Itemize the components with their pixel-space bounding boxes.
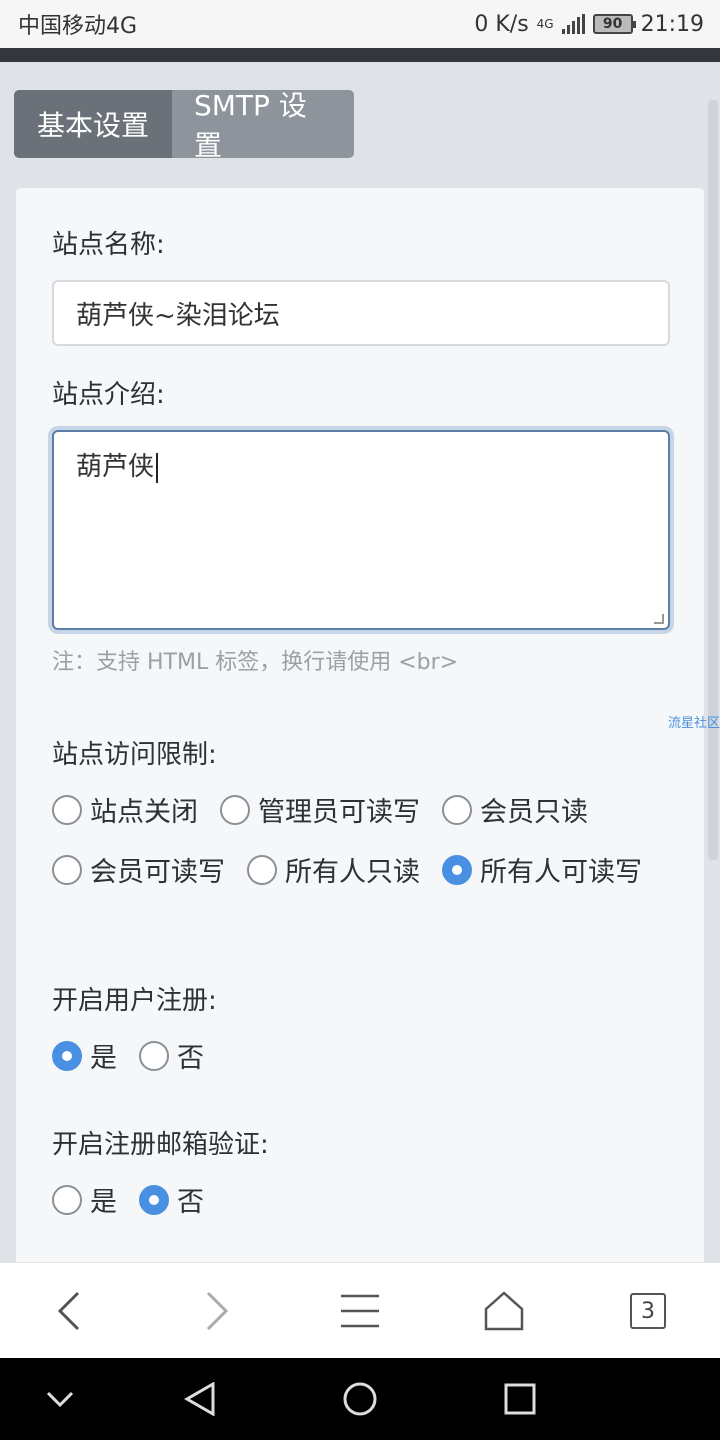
forward-icon	[206, 1291, 229, 1331]
recents-square-icon	[504, 1383, 536, 1415]
site-intro-textarea[interactable]: 葫芦侠	[52, 430, 670, 630]
access-options-row-2: 会员可读写 所有人只读 所有人可读写	[52, 850, 664, 889]
clock: 21:19	[640, 11, 704, 37]
tab-count: 3	[641, 1298, 655, 1324]
access-option-admin-rw[interactable]: 管理员可读写	[220, 790, 420, 829]
text-cursor	[156, 452, 159, 483]
email-verification-options: 是 否	[52, 1180, 226, 1219]
radio-label: 是	[90, 1043, 117, 1074]
registration-options: 是 否	[52, 1036, 226, 1075]
radio-label: 站点关闭	[90, 797, 198, 828]
access-option-site-closed[interactable]: 站点关闭	[52, 790, 198, 829]
site-name-label: 站点名称:	[52, 230, 165, 260]
tab-basic-settings-label: 基本设置	[36, 109, 149, 142]
back-icon	[57, 1291, 80, 1331]
radio-icon[interactable]	[139, 1040, 169, 1071]
site-intro-label: 站点介绍:	[52, 380, 165, 410]
radio-checked-icon[interactable]	[52, 1040, 82, 1071]
registration-no[interactable]: 否	[139, 1036, 204, 1075]
radio-label: 是	[90, 1187, 117, 1218]
radio-icon[interactable]	[442, 794, 472, 825]
back-button[interactable]	[46, 1287, 94, 1335]
menu-icon	[341, 1294, 379, 1328]
radio-label: 所有人可读写	[480, 857, 642, 888]
tab-smtp-settings[interactable]: SMTP 设置	[172, 90, 354, 158]
access-options-row-1: 站点关闭 管理员可读写 会员只读	[52, 790, 610, 829]
access-option-member-rw[interactable]: 会员可读写	[52, 850, 225, 889]
header-bar	[0, 48, 720, 62]
net-speed: 0 K/s	[474, 11, 529, 37]
radio-icon[interactable]	[52, 854, 82, 885]
email-verification-label: 开启注册邮箱验证:	[52, 1130, 269, 1160]
system-back-button[interactable]	[180, 1379, 220, 1419]
access-restriction-label: 站点访问限制:	[52, 740, 217, 770]
access-option-member-read[interactable]: 会员只读	[442, 790, 588, 829]
battery-icon: 90	[592, 14, 636, 34]
radio-label: 会员可读写	[90, 857, 225, 888]
radio-label: 管理员可读写	[258, 797, 420, 828]
tabs-button[interactable]: 3	[624, 1287, 672, 1335]
registration-yes[interactable]: 是	[52, 1036, 117, 1075]
status-right: 0 K/s 4G 90 21:19	[474, 12, 704, 37]
site-name-input[interactable]: 葫芦侠~染泪论坛	[52, 280, 670, 346]
collapse-button[interactable]	[40, 1379, 80, 1419]
tab-smtp-settings-label: SMTP 设置	[194, 90, 307, 158]
battery-level: 90	[602, 16, 623, 32]
home-button[interactable]	[480, 1287, 528, 1335]
radio-checked-icon[interactable]	[442, 854, 472, 885]
collapse-icon	[46, 1391, 74, 1407]
radio-icon[interactable]	[247, 854, 277, 885]
signal-icon	[561, 14, 585, 34]
watermark: 流星社区	[668, 716, 720, 731]
user-registration-label: 开启用户注册:	[52, 986, 217, 1016]
system-recents-button[interactable]	[500, 1379, 540, 1419]
radio-checked-icon[interactable]	[139, 1184, 169, 1215]
menu-button[interactable]	[336, 1287, 384, 1335]
site-intro-hint: 注：支持 HTML 标签，换行请使用 <br>	[52, 650, 459, 675]
resize-handle-icon[interactable]	[654, 614, 664, 624]
access-option-everyone-read[interactable]: 所有人只读	[247, 850, 420, 889]
carrier-label: 中国移动4G	[18, 14, 138, 39]
tab-basic-settings[interactable]: 基本设置	[14, 90, 172, 158]
radio-label: 否	[177, 1187, 204, 1218]
settings-card	[16, 188, 704, 1278]
settings-tabs: 基本设置 SMTP 设置	[14, 90, 354, 158]
page-scrollbar[interactable]	[708, 100, 718, 860]
radio-icon[interactable]	[52, 1184, 82, 1215]
email-verification-yes[interactable]: 是	[52, 1180, 117, 1219]
network-type: 4G	[536, 17, 554, 31]
home-icon	[484, 1291, 524, 1331]
browser-nav-bar: 3	[0, 1262, 720, 1358]
tabs-icon: 3	[630, 1293, 666, 1329]
radio-label: 会员只读	[480, 797, 588, 828]
radio-label: 否	[177, 1043, 204, 1074]
system-home-button[interactable]	[340, 1379, 380, 1419]
status-bar: 中国移动4G 0 K/s 4G 90 21:19	[0, 0, 720, 48]
system-nav-bar	[0, 1358, 720, 1440]
home-circle-icon	[343, 1382, 377, 1416]
site-intro-value: 葫芦侠	[76, 452, 155, 482]
back-triangle-icon	[184, 1382, 215, 1416]
access-option-everyone-rw[interactable]: 所有人可读写	[442, 850, 642, 889]
radio-icon[interactable]	[220, 794, 250, 825]
site-name-value: 葫芦侠~染泪论坛	[76, 300, 280, 331]
radio-icon[interactable]	[52, 794, 82, 825]
email-verification-no[interactable]: 否	[139, 1180, 204, 1219]
radio-label: 所有人只读	[285, 857, 420, 888]
forward-button[interactable]	[192, 1287, 240, 1335]
